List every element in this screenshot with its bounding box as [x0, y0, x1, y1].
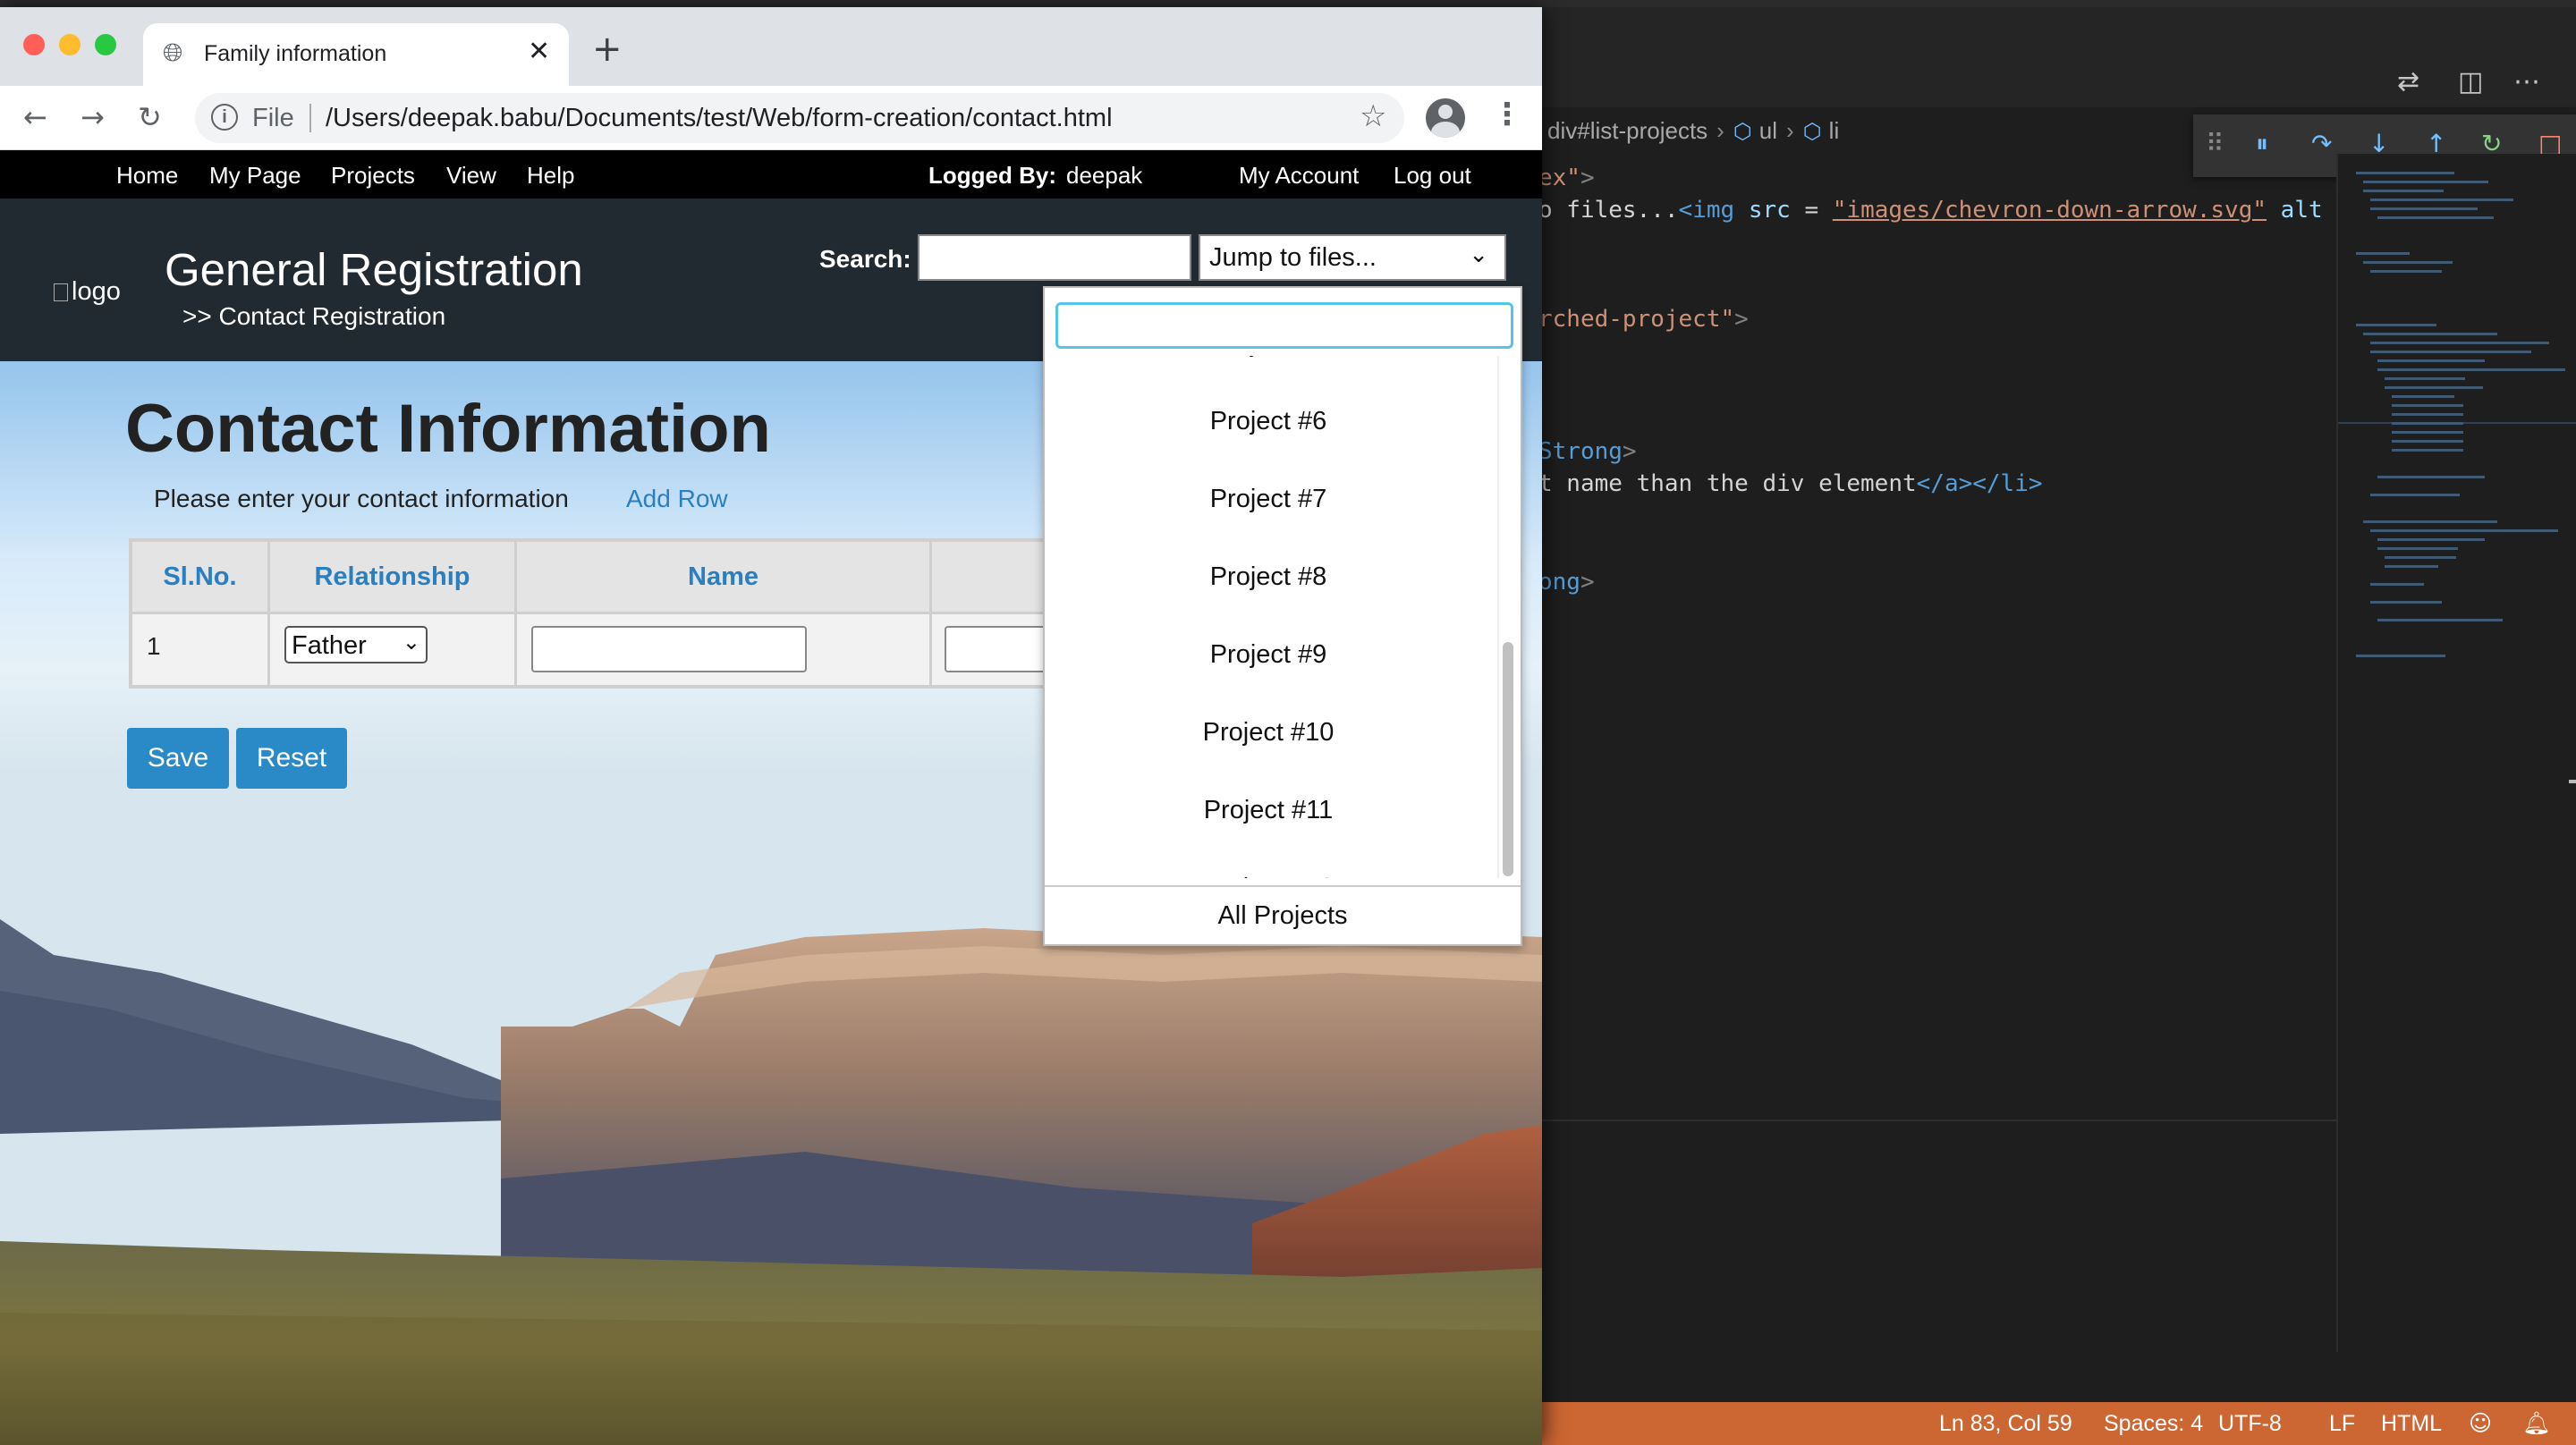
- project-list[interactable]: Project #5 Project #6 Project #7 Project #8…: [1045, 356, 1492, 878]
- dropdown-search-input[interactable]: [1055, 302, 1513, 349]
- compare-changes-icon[interactable]: ⇄: [2397, 66, 2419, 97]
- close-window-button[interactable]: [23, 34, 45, 55]
- more-actions-icon[interactable]: ⋯: [2513, 66, 2540, 97]
- scrollbar-thumb[interactable]: [1503, 642, 1513, 876]
- browser-window: 🌐︎ Family information ✕ + ← → ↻ i File /…: [0, 7, 1542, 1445]
- nav-projects[interactable]: Projects: [331, 162, 415, 190]
- minimap-graphic: [2338, 172, 2576, 783]
- globe-icon: 🌐︎: [163, 38, 183, 67]
- code-line: ex">: [1538, 165, 1595, 191]
- breadcrumb-item[interactable]: ul: [1759, 117, 1777, 144]
- panel-divider: [1521, 1120, 2336, 1121]
- next-column-input[interactable]: [945, 626, 1052, 672]
- code-line: ong>: [1538, 569, 1595, 596]
- new-tab-icon[interactable]: +: [592, 29, 623, 70]
- logo-image: logo: [54, 277, 121, 307]
- dropdown-item[interactable]: Project #7: [1045, 485, 1492, 514]
- page-title: Contact Information: [125, 391, 771, 467]
- element-icon: ⬡: [1733, 119, 1752, 144]
- nav-home[interactable]: Home: [116, 162, 178, 190]
- column-header: Sl.No.: [132, 542, 270, 612]
- search-input[interactable]: [918, 234, 1191, 281]
- reset-button[interactable]: Reset: [236, 728, 347, 789]
- browser-toolbar: ← → ↻ i File /Users/deepak.babu/Document…: [0, 86, 1542, 150]
- table-cell: 1: [132, 612, 270, 685]
- info-icon[interactable]: i: [211, 104, 238, 131]
- minimize-window-button[interactable]: [59, 34, 80, 55]
- save-button[interactable]: Save: [127, 728, 229, 789]
- instruction-text: Please enter your contact information: [154, 485, 569, 512]
- breadcrumb-item[interactable]: li: [1829, 117, 1840, 144]
- site-title: General Registration: [165, 244, 583, 295]
- jump-to-files-dropdown: Project #5 Project #6 Project #7 Project #8…: [1043, 286, 1522, 946]
- code-editor[interactable]: ex"> o files...<img src = "images/chevron…: [1521, 154, 2336, 1128]
- nav-view[interactable]: View: [446, 162, 496, 190]
- cursor-position[interactable]: Ln 83, Col 59: [1939, 1402, 2072, 1445]
- code-line: o files...<img src = "images/chevron-dow…: [1538, 197, 2323, 224]
- scrollbar-track: [1497, 356, 1499, 878]
- tab-title: Family information: [204, 41, 387, 66]
- all-projects-link[interactable]: All Projects: [1045, 885, 1521, 944]
- logged-by-label: Logged By:: [928, 162, 1056, 189]
- column-header: Name: [517, 542, 932, 612]
- profile-avatar-icon[interactable]: [1426, 98, 1465, 138]
- menu-bar-strip: [0, 0, 2576, 7]
- dropdown-item[interactable]: Project #6: [1045, 407, 1492, 436]
- indentation[interactable]: Spaces: 4: [2104, 1402, 2203, 1445]
- dropdown-item[interactable]: Project #11: [1045, 796, 1492, 825]
- dropdown-item[interactable]: Project #12: [1045, 874, 1492, 878]
- encoding[interactable]: UTF-8: [2218, 1402, 2282, 1445]
- language-mode[interactable]: HTML: [2381, 1402, 2442, 1445]
- relationship-select[interactable]: Father ⌄: [284, 626, 428, 663]
- browser-menu-icon[interactable]: ⋮: [1492, 97, 1522, 132]
- tab-strip: 🌐︎ Family information ✕ +: [0, 7, 1542, 86]
- nav-help[interactable]: Help: [527, 162, 574, 190]
- browser-tab[interactable]: 🌐︎ Family information ✕: [143, 23, 569, 86]
- nav-my-account[interactable]: My Account: [1239, 162, 1359, 190]
- code-line: t name than the div element</a></li>: [1538, 470, 2043, 497]
- jump-to-files-select[interactable]: Jump to files... ⌄: [1199, 234, 1506, 281]
- logged-user: deepak: [1066, 162, 1143, 189]
- status-bar: Ln 83, Col 59 Spaces: 4 UTF-8 LF HTML ☺ …: [1521, 1402, 2576, 1445]
- feedback-icon[interactable]: ☺: [2469, 1402, 2492, 1445]
- dropdown-item[interactable]: Project #9: [1045, 640, 1492, 670]
- minimap[interactable]: [2336, 154, 2576, 1352]
- split-editor-icon[interactable]: ◫: [2458, 66, 2483, 97]
- column-header: Relationship: [270, 542, 517, 612]
- address-bar[interactable]: i File /Users/deepak.babu/Documents/test…: [195, 93, 1404, 143]
- forward-icon[interactable]: →: [80, 100, 105, 134]
- url-text[interactable]: /Users/deepak.babu/Documents/test/Web/fo…: [326, 104, 1113, 133]
- search-label: Search:: [819, 245, 911, 273]
- row-number: 1: [147, 632, 161, 660]
- bell-icon[interactable]: 🔔︎: [2522, 1402, 2551, 1445]
- nav-my-page[interactable]: My Page: [209, 162, 301, 190]
- jump-select-value: Jump to files...: [1209, 243, 1377, 272]
- reload-icon[interactable]: ↻: [138, 100, 162, 134]
- maximize-window-button[interactable]: [95, 34, 116, 55]
- divider: [309, 104, 311, 132]
- vscode-window: ⇄ ◫ ⋯ div#list-projects › ⬡ ul › ⬡ li ⠿ ⏸ ↷ ↓ …: [1521, 7, 2576, 1445]
- web-page: Home My Page Projects View Help Logged B…: [0, 150, 1542, 1445]
- element-icon: ⬡: [1802, 119, 1822, 144]
- close-tab-icon[interactable]: ✕: [528, 36, 550, 67]
- code-line: Strong>: [1538, 438, 1637, 465]
- chevron-down-icon: ⌄: [402, 630, 420, 655]
- bookmark-star-icon[interactable]: ☆: [1360, 98, 1386, 134]
- editor-tab-bar: ⇄ ◫ ⋯: [1521, 7, 2576, 107]
- code-line: rched-project">: [1538, 306, 1749, 333]
- dropdown-item[interactable]: Project #8: [1045, 562, 1492, 592]
- dropdown-item[interactable]: Project #10: [1045, 718, 1492, 748]
- name-input[interactable]: [531, 626, 807, 672]
- top-nav: Home My Page Projects View Help Logged B…: [0, 150, 1542, 199]
- breadcrumb-item[interactable]: div#list-projects: [1547, 117, 1707, 144]
- chevron-down-icon: ⌄: [1469, 241, 1488, 268]
- nav-logout[interactable]: Log out: [1394, 162, 1471, 190]
- relationship-value: Father: [292, 631, 367, 660]
- add-row-link[interactable]: Add Row: [626, 485, 728, 513]
- line-ending[interactable]: LF: [2329, 1402, 2355, 1445]
- dropdown-item[interactable]: Project #5: [1045, 356, 1492, 359]
- page-subtitle: >> Contact Registration: [182, 302, 446, 330]
- back-icon[interactable]: ←: [23, 100, 47, 134]
- scheme-label: File: [252, 104, 294, 132]
